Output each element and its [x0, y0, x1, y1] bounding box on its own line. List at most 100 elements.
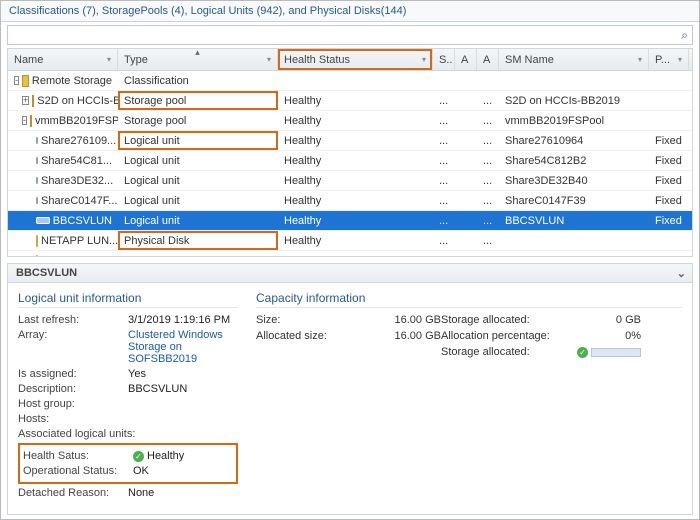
capacity-info: Capacity information Size: 16.00 GB Stor…	[256, 291, 682, 502]
label-size: Size:	[256, 314, 351, 326]
table-row[interactable]: -vmmBB2019FSP...Storage poolHealthy.....…	[8, 111, 692, 131]
cell-sm	[499, 251, 649, 256]
cell-sm: Share27610964	[499, 131, 649, 150]
logical-unit-icon	[36, 137, 38, 144]
cell-type: Logical unit	[118, 211, 278, 230]
cell-name: BBCSVLUN	[8, 211, 118, 230]
cell-a2: ...	[477, 91, 499, 110]
col-name[interactable]: Name▾	[8, 49, 118, 70]
details-panel-header[interactable]: BBCSVLUN ⌄	[7, 263, 693, 283]
cell-sm: BBCSVLUN	[499, 211, 649, 230]
cell-type: Physical Disk	[118, 231, 278, 250]
table-row[interactable]: -Remote StorageClassification	[8, 71, 692, 91]
status-callout: Health Satus:✓Healthy Operational Status…	[18, 443, 238, 484]
cell-health: Healthy	[278, 231, 433, 250]
label-is-assigned: Is assigned:	[18, 368, 128, 380]
table-row[interactable]: ShareC0147F...Logical unitHealthy......S…	[8, 191, 692, 211]
col-a2[interactable]: A	[477, 49, 499, 70]
storage-root-icon	[22, 75, 29, 87]
value-operational-status: OK	[133, 465, 233, 477]
logical-unit-icon	[36, 197, 38, 204]
cell-s: ...	[433, 111, 455, 130]
chevron-down-icon: ▾	[267, 55, 271, 64]
chevron-down-icon: ▾	[422, 55, 426, 64]
value-last-refresh: 3/1/2019 1:19:16 PM	[128, 314, 238, 326]
cell-name: Share54C81...	[8, 151, 118, 170]
cell-p	[649, 231, 689, 250]
cell-health: Healthy	[278, 171, 433, 190]
col-health-status[interactable]: Health Status▾	[278, 49, 433, 70]
cell-a1	[455, 91, 477, 110]
label-storage-allocated-2: Storage allocated:	[441, 346, 571, 358]
cell-health: Healthy	[278, 211, 433, 230]
cell-sm: Share54C812B2	[499, 151, 649, 170]
cell-a2: ...	[477, 171, 499, 190]
details-panel: Logical unit information Last refresh:3/…	[7, 283, 693, 515]
cell-type: Storage pool	[118, 111, 278, 130]
table-row[interactable]: BBCSVLUNLogical unitHealthy......BBCSVLU…	[8, 211, 692, 231]
cell-name: -vmmBB2019FSP...	[8, 111, 118, 130]
table-row[interactable]: NETAPP LUN...Physical DiskHealthy......	[8, 251, 692, 256]
label-detached-reason: Detached Reason:	[18, 487, 128, 499]
grid-header: Name▾ Type▾ Health Status▾ S.. A A SM Na…	[8, 49, 692, 71]
cell-s: ...	[433, 231, 455, 250]
window-title: Classifications (7), StoragePools (4), L…	[1, 1, 699, 22]
cell-name: NETAPP LUN...	[8, 231, 118, 250]
cell-s: ...	[433, 211, 455, 230]
storage-pool-icon	[32, 95, 34, 107]
cell-sm: S2D on HCCIs-BB2019	[499, 91, 649, 110]
cell-type: Logical unit	[118, 151, 278, 170]
value-detached-reason: None	[128, 487, 238, 499]
cell-a1	[455, 231, 477, 250]
table-row[interactable]: +S2D on HCCIs-B...Storage poolHealthy...…	[8, 91, 692, 111]
table-row[interactable]: NETAPP LUN...Physical DiskHealthy......	[8, 231, 692, 251]
chevron-down-icon: ⌄	[677, 267, 686, 280]
col-type[interactable]: Type▾	[118, 49, 278, 70]
cell-a1	[455, 151, 477, 170]
value-host-group	[128, 398, 238, 410]
row-name: NETAPP LUN...	[41, 255, 118, 257]
table-row[interactable]: Share3DE32...Logical unitHealthy......Sh…	[8, 171, 692, 191]
search-input[interactable]: ⌕	[7, 25, 693, 45]
cell-a2: ...	[477, 131, 499, 150]
col-p[interactable]: P...▾	[649, 49, 689, 70]
cell-sm	[499, 231, 649, 250]
chevron-down-icon: ▾	[678, 55, 682, 64]
label-operational-status: Operational Status:	[23, 465, 133, 477]
row-name: vmmBB2019FSP...	[35, 115, 118, 127]
cell-a1	[455, 111, 477, 130]
value-array[interactable]: Clustered Windows Storage on SOFSBB2019	[128, 329, 238, 365]
cell-sm: Share3DE32B40	[499, 171, 649, 190]
expand-icon[interactable]: +	[22, 96, 29, 105]
ok-icon: ✓	[577, 347, 588, 358]
cell-p	[649, 111, 689, 130]
value-allocated-size: 16.00 GB	[351, 330, 441, 342]
grid-body[interactable]: -Remote StorageClassification+S2D on HCC…	[8, 71, 692, 256]
cell-health: Healthy	[278, 151, 433, 170]
cell-name: +S2D on HCCIs-B...	[8, 91, 118, 110]
cell-health: Healthy	[278, 191, 433, 210]
label-storage-allocated: Storage allocated:	[441, 314, 571, 326]
row-name: Remote Storage	[32, 75, 112, 87]
cell-sm: vmmBB2019FSPool	[499, 111, 649, 130]
col-s[interactable]: S..	[433, 49, 455, 70]
cell-s	[433, 71, 455, 90]
table-row[interactable]: Share276109...Logical unitHealthy......S…	[8, 131, 692, 151]
col-a1[interactable]: A	[455, 49, 477, 70]
table-row[interactable]: Share54C81...Logical unitHealthy......Sh…	[8, 151, 692, 171]
cell-sm	[499, 71, 649, 90]
section-header-capacity: Capacity information	[256, 291, 682, 308]
cell-health	[278, 71, 433, 90]
collapse-icon[interactable]: -	[22, 116, 27, 125]
col-sm-name[interactable]: SM Name▾	[499, 49, 649, 70]
physical-disk-icon	[36, 235, 38, 247]
storage-pool-icon	[30, 115, 32, 127]
cell-a2: ...	[477, 111, 499, 130]
cell-health: Healthy	[278, 91, 433, 110]
cell-p: Fixed	[649, 151, 689, 170]
cell-name: ShareC0147F...	[8, 191, 118, 210]
collapse-icon[interactable]: -	[14, 76, 19, 85]
value-is-assigned: Yes	[128, 368, 238, 380]
value-description: BBCSVLUN	[128, 383, 238, 395]
cell-type: Physical Disk	[118, 251, 278, 256]
